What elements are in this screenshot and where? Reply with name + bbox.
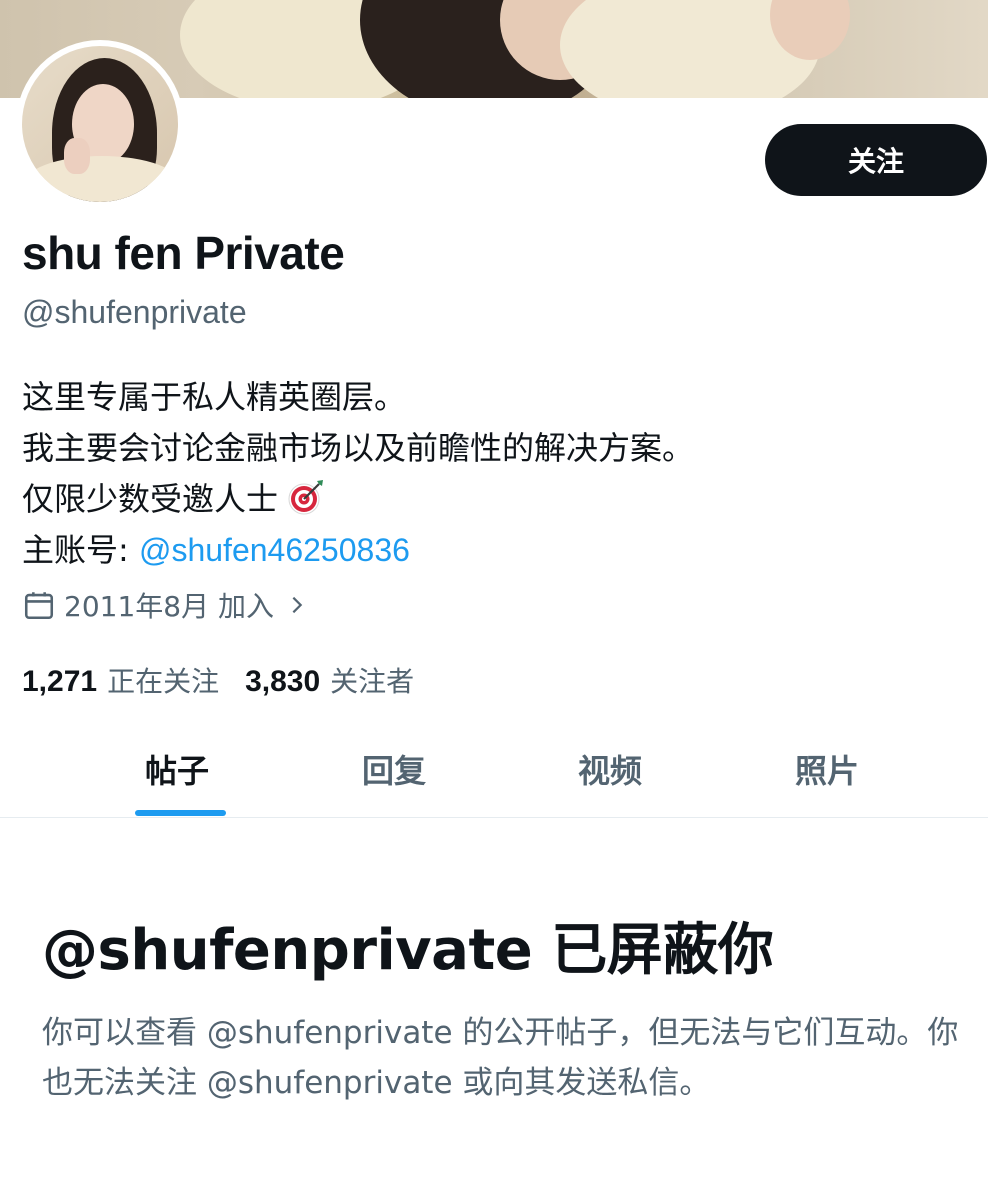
followers-stat[interactable]: 3,830 关注者 [245,660,414,700]
tab-videos[interactable]: 视频 [578,746,642,792]
joined-date-row[interactable]: 2011年8月 加入 [22,585,316,625]
bio-line: 我主要会讨论金融市场以及前瞻性的解决方案。 [22,429,695,467]
bio-line-text: 仅限少数受邀人士 [22,480,279,518]
blocked-title: @shufenprivate 已屏蔽你 [42,918,774,983]
profile-tabs: 帖子 回复 视频 照片 [0,720,988,818]
main-account-label: 主账号: [22,531,139,569]
profile-display-name: shu fen Private [22,227,345,279]
tab-photos[interactable]: 照片 [795,746,859,792]
following-count: 1,271 [22,665,98,698]
followers-label: 关注者 [330,665,415,698]
bio-line-with-emoji: 仅限少数受邀人士 [22,474,694,525]
main-account-link[interactable]: @shufen46250836 [139,532,410,568]
avatar-sweater [22,156,178,202]
followers-count: 3,830 [245,665,321,698]
following-label: 正在关注 [107,665,220,698]
profile-bio: 这里专属于私人精英圈层。 我主要会讨论金融市场以及前瞻性的解决方案。 仅限少数受… [22,372,694,576]
follow-button[interactable]: 关注 [765,124,987,196]
tab-replies[interactable]: 回复 [362,746,426,792]
profile-handle: @shufenprivate [22,294,247,330]
tab-posts[interactable]: 帖子 [145,746,209,792]
avatar-hand [64,138,90,174]
avatar-photo [22,46,178,202]
calendar-icon [24,592,54,620]
following-stat[interactable]: 1,271 正在关注 [22,660,219,700]
blocked-description: 你可以查看 @shufenprivate 的公开帖子，但无法与它们互动。你也无法… [42,1015,959,1101]
bio-line-main-account: 主账号: @shufen46250836 [22,525,694,576]
joined-date: 2011年8月 加入 [64,590,274,623]
target-icon [288,480,324,515]
bio-line: 这里专属于私人精英圈层。 [22,378,407,416]
active-tab-indicator [135,810,226,816]
avatar[interactable] [16,40,184,208]
follow-stats: 1,271 正在关注 3,830 关注者 [22,660,440,700]
chevron-right-icon [292,596,303,614]
